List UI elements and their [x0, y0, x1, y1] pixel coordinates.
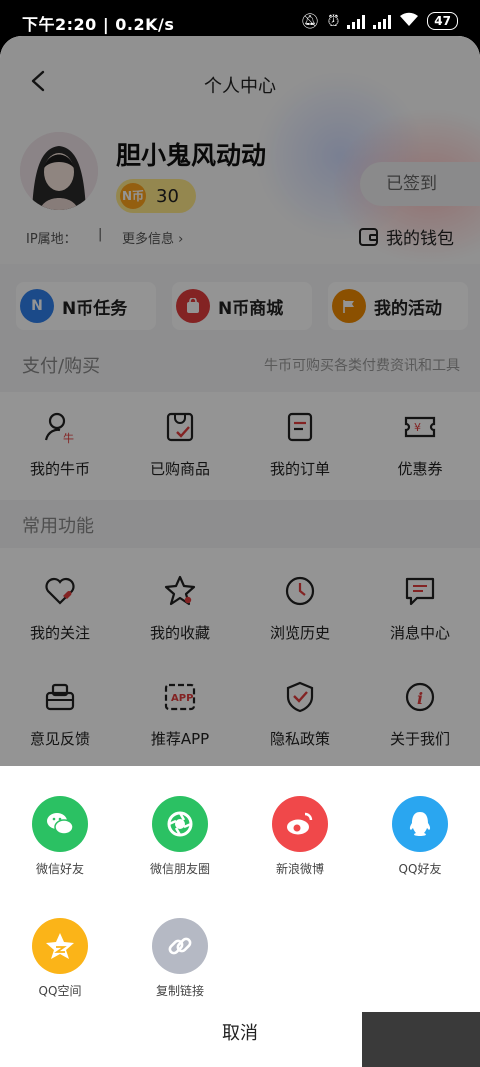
battery-icon: 47: [427, 12, 458, 30]
mute-icon: 🔕︎: [300, 12, 320, 30]
modal-backdrop[interactable]: [0, 36, 480, 766]
share-label: 复制链接: [155, 984, 204, 998]
moments-icon: [152, 796, 208, 852]
share-label: 微信朋友圈: [149, 862, 210, 876]
share-label: QQ空间: [38, 984, 82, 998]
alarm-icon: ⏰︎: [327, 12, 340, 30]
wechat-icon: [32, 796, 88, 852]
wifi-icon: [399, 11, 419, 31]
signal-icon: [347, 13, 366, 29]
share-wechat-moments[interactable]: 微信朋友圈: [120, 796, 240, 916]
share-label: 微信好友: [35, 862, 84, 876]
signal-icon-2: [373, 13, 392, 29]
status-time: 下午2:20 | 0.2K/s: [22, 15, 175, 34]
share-wechat-friend[interactable]: 微信好友: [0, 796, 120, 916]
share-weibo[interactable]: 新浪微博: [240, 796, 360, 916]
status-icons: 🔕︎ ⏰︎ 47: [301, 11, 458, 31]
link-icon: [152, 918, 208, 974]
qq-icon: [392, 796, 448, 852]
share-qq-friend[interactable]: QQ好友: [360, 796, 480, 916]
weibo-icon: [272, 796, 328, 852]
qzone-icon: [32, 918, 88, 974]
share-label: 新浪微博: [275, 862, 324, 876]
nav-bar-corner: [362, 1012, 480, 1067]
share-label: QQ好友: [398, 862, 442, 876]
status-bar: 下午2:20 | 0.2K/s 🔕︎ ⏰︎ 47: [0, 0, 480, 40]
